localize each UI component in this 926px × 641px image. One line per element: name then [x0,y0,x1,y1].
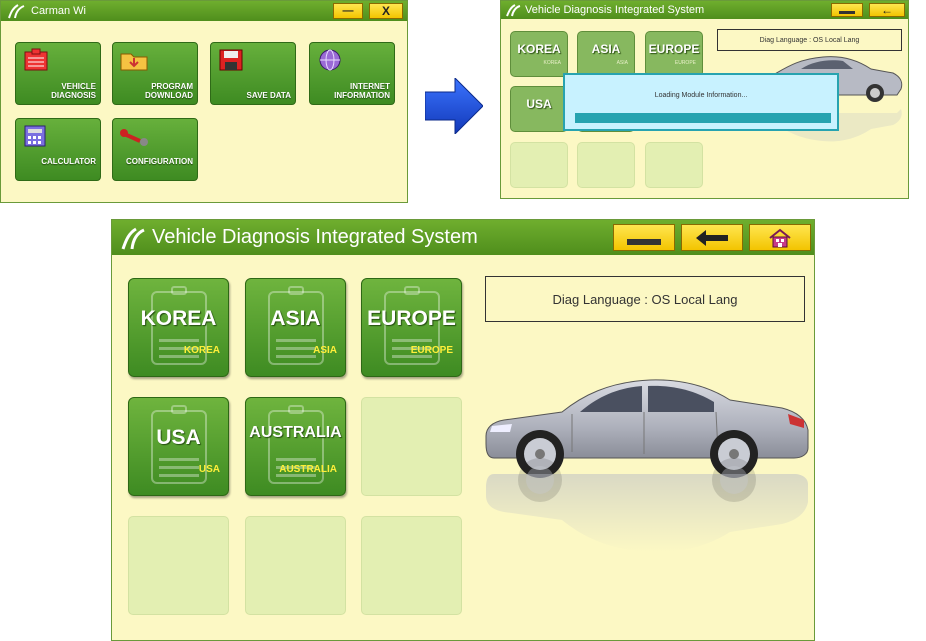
region-small-label: USA [198,464,220,475]
back-button[interactable] [681,224,743,251]
region-tile-korea[interactable]: KOREA KOREA [128,278,229,377]
tile-label: INTERNET INFORMATION [334,82,390,100]
diag-language-text: Diag Language : OS Local Lang [759,36,860,44]
region-tile-usa[interactable]: USA [510,86,568,132]
region-big-label: ASIA [591,42,621,56]
minimize-bar [839,10,855,14]
minimize-button[interactable] [613,224,675,251]
region-tile-asia[interactable]: ASIA ASIA [245,278,346,377]
diag-language-box: Diag Language : OS Local Lang [485,276,805,322]
region-small-label: KOREA [183,345,220,356]
save-data-tile[interactable]: SAVE DATA [210,42,296,105]
vdis-loading-window: Vehicle Diagnosis Integrated System ← KO… [500,0,909,199]
tile-label: PROGRAM DOWNLOAD [145,82,193,100]
diag-language-text: Diag Language : OS Local Lang [552,291,738,307]
region-tile-asia[interactable]: ASIA ASIA [577,31,635,77]
diag-language-box: Diag Language : OS Local Lang [717,29,902,51]
region-tile-europe[interactable]: EUROPE EUROPE [645,31,703,77]
empty-tile [510,142,568,188]
region-small-label: ASIA [616,60,628,66]
region-big-label: EUROPE [648,42,700,56]
home-button[interactable] [749,224,811,251]
minimize-bar [627,239,661,245]
vehicle-diagnosis-icon [24,48,48,71]
empty-tile [128,516,229,615]
carman-window: Carman Wi — X VEHICLE DIAGNOSIS PROGRAM … [0,0,408,203]
folder-download-icon [120,53,148,71]
carman-logo-icon [8,4,25,19]
region-big-label: AUSTRALIA [249,424,342,441]
tile-label: CONFIGURATION [126,157,193,166]
back-button[interactable]: ← [869,3,905,17]
region-tile-europe[interactable]: EUROPE EUROPE [361,278,462,377]
region-small-label: EUROPE [674,60,696,66]
region-big-label: KOREA [140,307,217,330]
carman-title: Carman Wi [31,5,87,17]
loading-progress-bar [575,113,831,123]
tile-label: VEHICLE DIAGNOSIS [51,82,96,100]
vdis-logo-icon [121,227,145,249]
region-big-label: USA [156,426,201,449]
empty-tile [577,142,635,188]
empty-tile [361,397,462,496]
calculator-tile[interactable]: CALCULATOR [15,118,101,181]
minimize-button[interactable]: — [333,3,363,19]
region-big-label: ASIA [270,307,321,330]
region-small-label: KOREA [543,60,561,66]
region-tile-korea[interactable]: KOREA KOREA [510,31,568,77]
program-download-tile[interactable]: PROGRAM DOWNLOAD [112,42,198,105]
tile-label: CALCULATOR [41,157,96,166]
calculator-icon [24,125,46,147]
loading-dialog: Loading Module Information... [563,73,839,131]
right-arrow-icon [425,78,483,134]
region-small-label: EUROPE [410,345,453,356]
region-big-label: USA [526,97,552,111]
wrench-icon [120,129,148,146]
empty-tile [361,516,462,615]
minimize-label: — [342,5,354,17]
vdis-main-window: Vehicle Diagnosis Integrated System KORE… [111,219,815,641]
region-big-label: EUROPE [367,307,456,330]
empty-tile [245,516,346,615]
region-tile-australia[interactable]: AUSTRALIA AUSTRALIA [245,397,346,496]
back-arrow-icon [696,229,728,246]
minimize-button[interactable] [831,3,863,17]
configuration-tile[interactable]: CONFIGURATION [112,118,198,181]
close-button[interactable]: X [369,3,403,19]
floppy-disk-icon [219,49,243,71]
vehicle-diagnosis-tile[interactable]: VEHICLE DIAGNOSIS [15,42,101,105]
tile-label: SAVE DATA [246,91,291,100]
vdis-main-title: Vehicle Diagnosis Integrated System [152,226,478,248]
empty-tile [645,142,703,188]
internet-information-tile[interactable]: INTERNET INFORMATION [309,42,395,105]
vdis-loading-title: Vehicle Diagnosis Integrated System [525,4,705,16]
globe-icon [319,49,341,71]
region-small-label: ASIA [313,345,337,356]
region-small-label: AUSTRALIA [279,464,337,475]
home-icon [769,228,791,247]
vdis-logo-icon [506,4,521,17]
back-arrow-icon: ← [881,3,893,17]
region-big-label: KOREA [517,42,561,56]
close-label: X [381,4,390,18]
car-image [485,379,809,553]
loading-text: Loading Module Information... [654,92,748,99]
region-tile-usa[interactable]: USA USA [128,397,229,496]
